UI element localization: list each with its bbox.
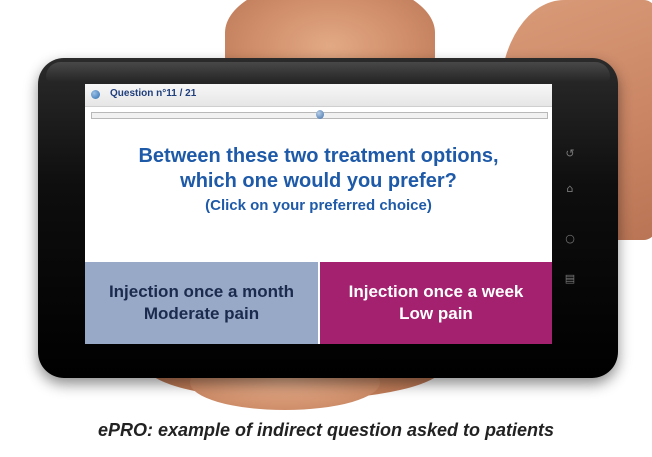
page: ↺ ⌂ ○ ▤ Question n°11 / 21 Between these…	[0, 0, 652, 457]
question-counter: Question n°11 / 21	[110, 88, 197, 99]
progress-track	[91, 110, 548, 119]
choice-a-line-2: Moderate pain	[143, 304, 260, 323]
figure-caption: ePRO: example of indirect question asked…	[97, 420, 555, 440]
choice-option-b-button[interactable]: Injection once a week Low pain	[320, 262, 552, 344]
question-line-1: Between these two treatment options,	[138, 145, 499, 167]
tablet-screen: Question n°11 / 21 Between these two tre…	[85, 84, 552, 344]
bullet-icon	[91, 90, 100, 99]
choice-a-line-1: Injection once a month	[108, 282, 295, 301]
search-icon[interactable]: ○	[563, 232, 577, 246]
question-instruction: (Click on your preferred choice)	[205, 197, 432, 214]
question-text: Between these two treatment options, whi…	[85, 144, 552, 216]
choice-b-line-2: Low pain	[399, 304, 473, 323]
tablet-gloss	[46, 62, 610, 82]
menu-icon[interactable]: ▤	[563, 272, 577, 286]
home-icon[interactable]: ⌂	[563, 182, 577, 196]
choice-b-line-1: Injection once a week	[348, 282, 524, 301]
choice-option-a-button[interactable]: Injection once a month Moderate pain	[85, 262, 318, 344]
progress-knob[interactable]	[316, 110, 324, 119]
question-header: Question n°11 / 21	[85, 84, 552, 107]
back-icon[interactable]: ↺	[563, 147, 577, 161]
question-line-2: which one would you prefer?	[180, 170, 457, 192]
